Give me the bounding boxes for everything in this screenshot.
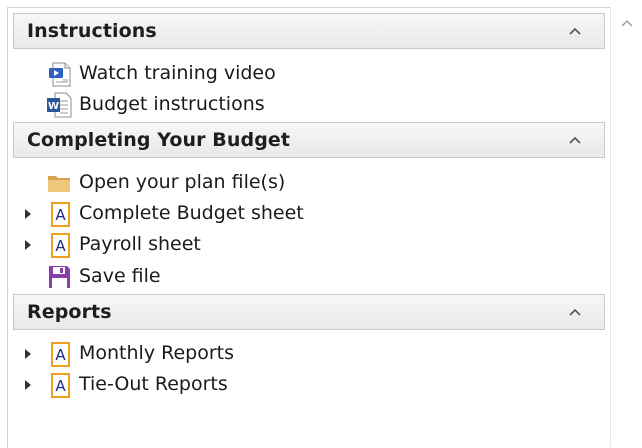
item-label: Monthly Reports bbox=[79, 342, 234, 364]
svg-text:A: A bbox=[55, 206, 66, 224]
item-label: Tie-Out Reports bbox=[79, 373, 228, 395]
chevron-up-icon[interactable] bbox=[568, 135, 582, 145]
expand-arrow-icon[interactable] bbox=[23, 208, 33, 220]
svg-text:A: A bbox=[55, 377, 66, 395]
list-item-budget-instructions[interactable]: W Budget instructions bbox=[8, 90, 408, 120]
list-item-complete-budget-sheet[interactable]: A Complete Budget sheet bbox=[8, 199, 408, 229]
vertical-scrollbar[interactable] bbox=[610, 7, 642, 447]
item-label: Save file bbox=[79, 265, 161, 287]
svg-text:A: A bbox=[55, 346, 66, 364]
sheet-a-icon: A bbox=[51, 202, 70, 227]
section-header-completing-your-budget[interactable]: Completing Your Budget bbox=[13, 122, 605, 158]
expand-arrow-icon[interactable] bbox=[23, 239, 33, 251]
expand-arrow-icon[interactable] bbox=[23, 379, 33, 391]
svg-text:A: A bbox=[55, 237, 66, 255]
item-label: Open your plan file(s) bbox=[79, 171, 286, 193]
floppy-disk-icon bbox=[49, 266, 70, 288]
section-title: Reports bbox=[27, 301, 112, 323]
list-item-open-plan-files[interactable]: Open your plan file(s) bbox=[8, 168, 408, 198]
list-item-monthly-reports[interactable]: A Monthly Reports bbox=[8, 339, 408, 369]
item-label: Complete Budget sheet bbox=[79, 202, 304, 224]
item-label: Watch training video bbox=[79, 62, 276, 84]
sheet-a-icon: A bbox=[51, 233, 70, 258]
section-header-reports[interactable]: Reports bbox=[13, 294, 605, 330]
chevron-up-icon[interactable] bbox=[568, 26, 582, 36]
list-item-payroll-sheet[interactable]: A Payroll sheet bbox=[8, 230, 408, 260]
svg-text:W: W bbox=[48, 101, 59, 112]
folder-icon bbox=[48, 176, 70, 192]
sheet-a-icon: A bbox=[51, 342, 70, 367]
sheet-a-icon: A bbox=[51, 373, 70, 398]
list-item-save-file[interactable]: Save file bbox=[8, 262, 408, 292]
list-item-tie-out-reports[interactable]: A Tie-Out Reports bbox=[8, 370, 408, 400]
item-label: Budget instructions bbox=[79, 93, 265, 115]
item-label: Payroll sheet bbox=[79, 233, 201, 255]
word-document-icon: W bbox=[47, 92, 72, 118]
scroll-up-arrow-icon[interactable] bbox=[620, 17, 634, 31]
task-pane: Instructions Watch training video W Budg… bbox=[7, 7, 610, 448]
chevron-up-icon[interactable] bbox=[568, 307, 582, 317]
expand-arrow-icon[interactable] bbox=[23, 348, 33, 360]
list-item-watch-training-video[interactable]: Watch training video bbox=[8, 59, 408, 89]
section-header-instructions[interactable]: Instructions bbox=[13, 13, 605, 49]
video-document-icon bbox=[49, 62, 71, 87]
section-title: Completing Your Budget bbox=[27, 129, 291, 151]
section-title: Instructions bbox=[27, 20, 157, 42]
